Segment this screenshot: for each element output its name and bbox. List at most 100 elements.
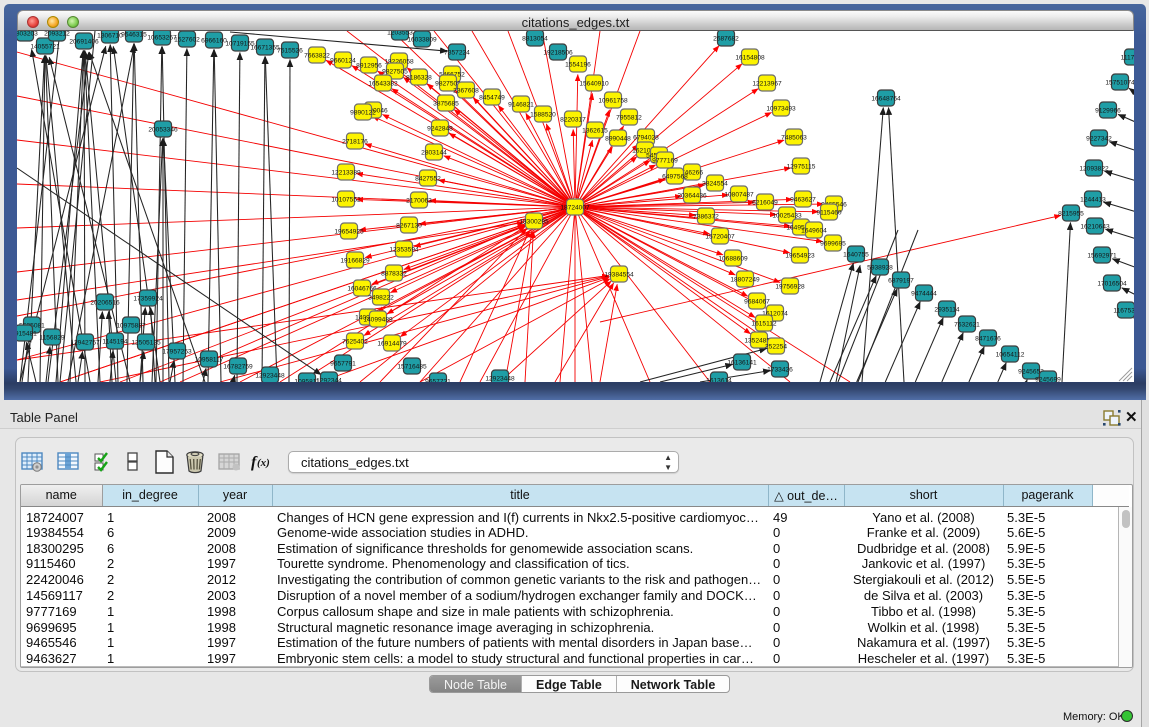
svg-text:12975115: 12975115 xyxy=(787,164,816,171)
svg-text:19384554: 19384554 xyxy=(604,272,634,279)
svg-text:1588520: 1588520 xyxy=(530,112,556,119)
svg-text:8427552: 8427552 xyxy=(415,176,441,183)
svg-text:16543382: 16543382 xyxy=(368,81,398,88)
svg-text:9546315: 9546315 xyxy=(121,32,147,39)
svg-text:2093212: 2093212 xyxy=(44,31,70,38)
svg-text:15640910: 15640910 xyxy=(579,81,609,88)
svg-text:7386372: 7386372 xyxy=(693,214,719,221)
svg-text:7485063: 7485063 xyxy=(781,135,807,142)
svg-text:252254: 252254 xyxy=(765,344,787,351)
svg-text:1167533: 1167533 xyxy=(1113,308,1134,315)
svg-text:1649604: 1649604 xyxy=(801,228,827,235)
svg-text:9463627: 9463627 xyxy=(790,197,816,204)
svg-text:7515526: 7515526 xyxy=(277,48,303,55)
svg-text:12213389: 12213389 xyxy=(331,170,361,177)
svg-text:2367608: 2367608 xyxy=(453,88,479,95)
svg-text:6497568: 6497568 xyxy=(662,174,688,181)
svg-text:16914479: 16914479 xyxy=(377,341,407,348)
svg-text:6879197: 6879197 xyxy=(888,278,914,285)
svg-text:15720407: 15720407 xyxy=(705,234,735,241)
svg-text:1117553: 1117553 xyxy=(1121,55,1134,62)
svg-text:12505135: 12505135 xyxy=(131,340,161,347)
svg-text:1095811: 1095811 xyxy=(294,379,320,382)
svg-text:9146821: 9146821 xyxy=(508,102,534,109)
svg-text:19756928: 19756928 xyxy=(775,284,805,291)
svg-text:9242848: 9242848 xyxy=(427,126,453,133)
svg-text:8912956: 8912956 xyxy=(356,63,382,70)
svg-text:8454749: 8454749 xyxy=(479,95,505,102)
svg-text:20364436: 20364436 xyxy=(677,193,707,200)
svg-text:12923448: 12923448 xyxy=(485,376,515,382)
svg-text:19654923: 19654923 xyxy=(785,253,815,260)
svg-text:10688609: 10688609 xyxy=(718,256,748,263)
svg-text:7955812: 7955812 xyxy=(616,115,642,122)
svg-text:16210643: 16210643 xyxy=(1080,224,1110,231)
svg-text:10807487: 10807487 xyxy=(724,192,754,199)
svg-text:8990448: 8990448 xyxy=(605,136,631,143)
svg-text:12213967: 12213967 xyxy=(752,81,782,88)
svg-text:3915481: 3915481 xyxy=(17,331,37,338)
svg-text:8186328: 8186328 xyxy=(406,75,432,82)
svg-text:8215955: 8215955 xyxy=(1058,211,1084,218)
svg-text:3875685: 3875685 xyxy=(433,101,459,108)
svg-text:8220317: 8220317 xyxy=(560,117,586,124)
svg-text:1145194: 1145194 xyxy=(102,339,128,346)
svg-text:1527602: 1527602 xyxy=(174,37,200,44)
svg-text:15716485: 15716485 xyxy=(397,364,427,371)
svg-text:15751074: 15751074 xyxy=(1105,80,1134,87)
svg-text:1244413: 1244413 xyxy=(1080,197,1106,204)
svg-text:9699695: 9699695 xyxy=(820,241,846,248)
svg-text:9657791: 9657791 xyxy=(330,361,356,368)
svg-text:9890122: 9890122 xyxy=(350,110,376,117)
svg-text:2687682: 2687682 xyxy=(713,36,739,43)
svg-text:18724007: 18724007 xyxy=(560,205,590,212)
svg-text:1156829: 1156829 xyxy=(39,335,65,342)
svg-text:14099489: 14099489 xyxy=(363,317,393,324)
svg-text:(x): (x) xyxy=(257,457,270,469)
svg-text:1292344: 1292344 xyxy=(316,378,342,382)
svg-text:8878332: 8878332 xyxy=(381,271,407,278)
svg-text:14055721: 14055721 xyxy=(30,44,60,51)
svg-text:19166829: 19166829 xyxy=(340,258,370,265)
svg-text:9227342: 9227342 xyxy=(1086,136,1112,143)
svg-text:1613614: 1613614 xyxy=(706,378,732,382)
svg-text:20053346: 20053346 xyxy=(148,127,178,134)
svg-text:10973493: 10973493 xyxy=(766,106,796,113)
svg-text:5938928: 5938928 xyxy=(867,265,893,272)
svg-text:6216049: 6216049 xyxy=(752,200,778,207)
svg-text:2170063: 2170063 xyxy=(406,198,432,205)
svg-text:16671355: 16671355 xyxy=(250,45,280,52)
svg-text:7625402: 7625402 xyxy=(342,339,368,346)
svg-text:2718176: 2718176 xyxy=(342,139,368,146)
svg-text:16648764: 16648764 xyxy=(871,96,901,103)
svg-text:9245699: 9245699 xyxy=(1035,377,1061,382)
svg-text:9115460: 9115460 xyxy=(816,210,842,217)
svg-text:1803203: 1803203 xyxy=(17,31,38,38)
svg-text:9657721: 9657721 xyxy=(425,379,451,382)
svg-text:16154808: 16154808 xyxy=(735,55,765,62)
svg-text:6966160: 6966160 xyxy=(201,38,227,45)
svg-text:10958117: 10958117 xyxy=(195,357,224,364)
svg-text:12093822: 12093822 xyxy=(1079,166,1109,173)
svg-text:10961758: 10961758 xyxy=(598,98,628,105)
svg-text:10653267: 10653267 xyxy=(147,35,177,42)
svg-text:15692971: 15692971 xyxy=(1087,253,1117,260)
svg-text:1306710: 1306710 xyxy=(97,33,123,40)
svg-text:12942757: 12942757 xyxy=(70,340,100,347)
svg-text:17016504: 17016504 xyxy=(1097,281,1127,288)
svg-text:19654925: 19654925 xyxy=(334,229,364,236)
svg-text:18300295: 18300295 xyxy=(519,219,549,226)
svg-text:16136141: 16136141 xyxy=(727,360,757,367)
svg-text:3824554: 3824554 xyxy=(702,181,728,188)
svg-text:9129966: 9129966 xyxy=(1095,108,1121,115)
svg-text:1733426: 1733426 xyxy=(767,367,793,374)
svg-text:9474444: 9474444 xyxy=(911,291,937,298)
svg-text:17359924: 17359924 xyxy=(133,296,163,303)
svg-text:8267130: 8267130 xyxy=(396,223,422,230)
svg-text:7632621: 7632621 xyxy=(954,322,980,329)
svg-text:20691406: 20691406 xyxy=(69,39,99,46)
svg-text:10654112: 10654112 xyxy=(996,352,1025,359)
svg-text:2803144: 2803144 xyxy=(421,150,447,157)
svg-text:19218506: 19218506 xyxy=(543,50,573,57)
svg-text:9660124: 9660124 xyxy=(330,58,356,65)
